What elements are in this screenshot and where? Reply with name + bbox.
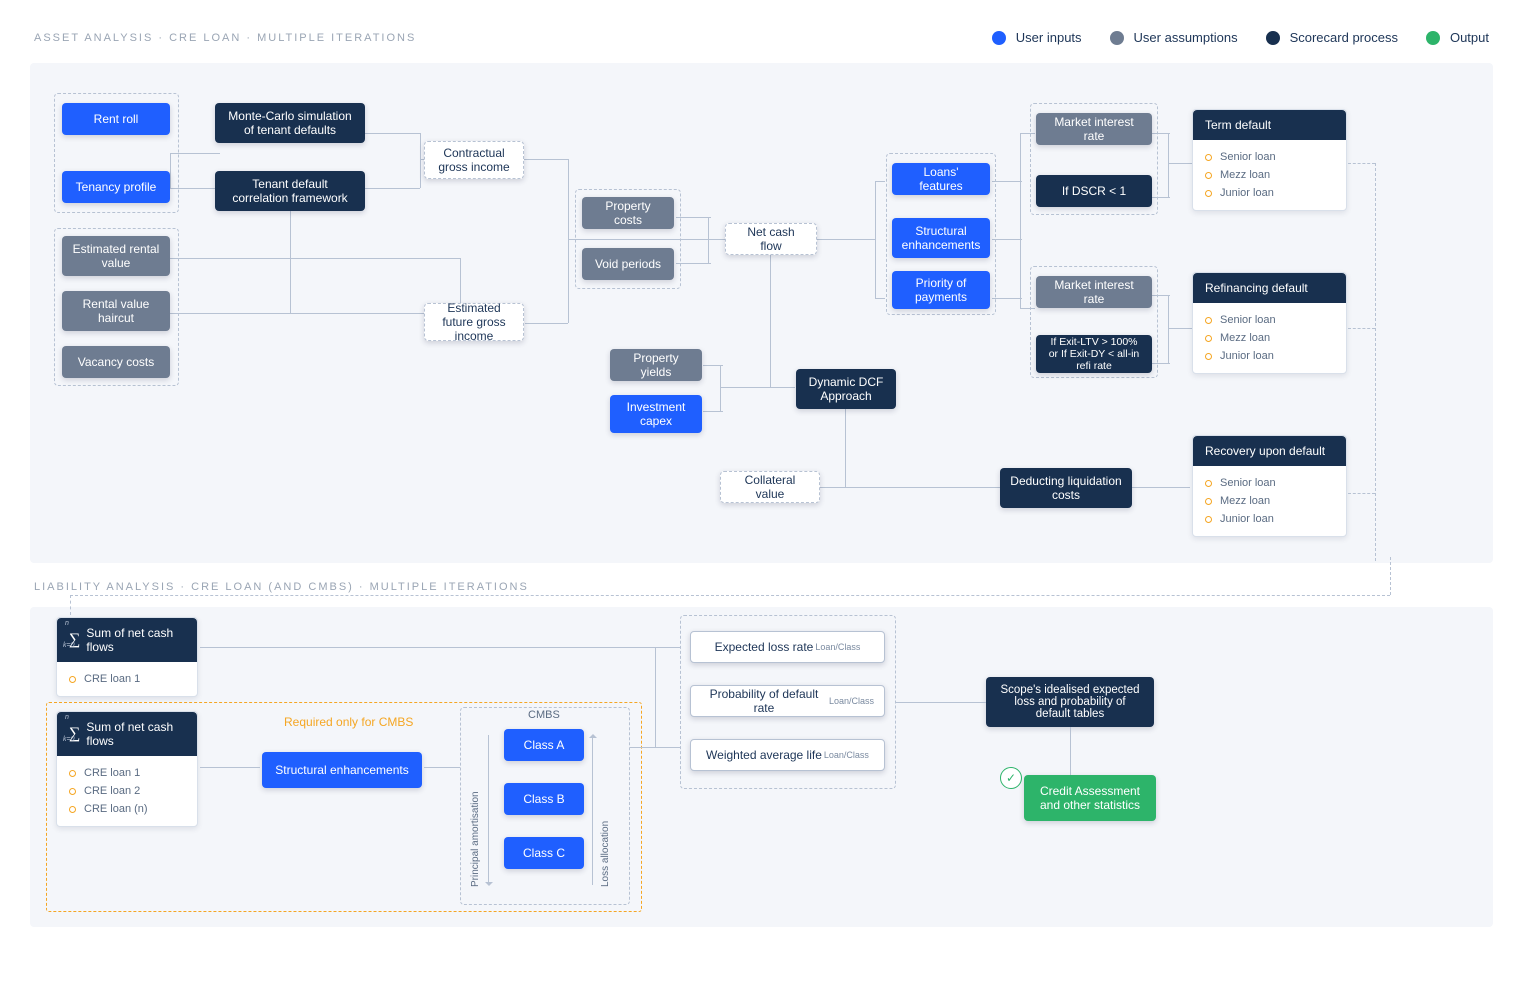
bullet-icon xyxy=(1205,516,1212,523)
cmbs-note: Required only for CMBS xyxy=(284,715,413,729)
bullet-icon xyxy=(1205,172,1212,179)
node-credit-assessment: Credit Assessment and other statistics xyxy=(1024,775,1156,821)
sum-label-2: Sum of net cash flows xyxy=(86,720,185,748)
card-term-default: Term default Senior loan Mezz loan Junio… xyxy=(1192,109,1347,211)
legend: User inputs User assumptions Scorecard p… xyxy=(992,30,1489,45)
bullet-icon xyxy=(1205,317,1212,324)
node-scope-tables: Scope's idealised expected loss and prob… xyxy=(986,677,1154,727)
node-net-cash-flow: Net cash flow xyxy=(725,223,817,255)
bullet-icon xyxy=(1205,154,1212,161)
metric-wal: Weighted average lifeLoan/Class xyxy=(690,739,885,771)
card-recovery: Recovery upon default Senior loan Mezz l… xyxy=(1192,435,1347,537)
node-class-a: Class A xyxy=(504,729,584,761)
bullet-icon xyxy=(1205,498,1212,505)
node-void-periods: Void periods xyxy=(582,248,674,280)
liability-section-title: LIABILITY ANALYSIS · CRE LOAN (AND CMBS)… xyxy=(34,581,1493,593)
node-struct-enh-liab: Structural enhancements xyxy=(262,752,422,788)
legend-scorecard: Scorecard process xyxy=(1266,30,1398,45)
node-dcf: Dynamic DCF Approach xyxy=(796,369,896,409)
bullet-icon xyxy=(69,806,76,813)
node-vacancy: Vacancy costs xyxy=(62,346,170,378)
legend-output: Output xyxy=(1426,30,1489,45)
card-refi-default-head: Refinancing default xyxy=(1193,273,1346,303)
node-tenancy-profile: Tenancy profile xyxy=(62,171,170,203)
node-haircut: Rental value haircut xyxy=(62,291,170,331)
node-class-b: Class B xyxy=(504,783,584,815)
node-market-interest-1: Market interest rate xyxy=(1036,113,1152,145)
bullet-icon xyxy=(1205,335,1212,342)
card-sum-multi: ∑ Sum of net cash flows n k=0 CRE loan 1… xyxy=(56,711,198,827)
asset-panel: Rent roll Tenancy profile Monte-Carlo si… xyxy=(30,63,1493,563)
node-tenant-default: Tenant default correlation framework xyxy=(215,171,365,211)
bullet-icon xyxy=(1205,353,1212,360)
node-contractual-gross: Contractual gross income xyxy=(424,141,524,179)
cmbs-title: CMBS xyxy=(528,709,560,721)
bullet-icon xyxy=(69,676,76,683)
header: ASSET ANALYSIS · CRE LOAN · MULTIPLE ITE… xyxy=(30,30,1493,45)
card-refi-default: Refinancing default Senior loan Mezz loa… xyxy=(1192,272,1347,374)
node-class-c: Class C xyxy=(504,837,584,869)
card-recovery-head: Recovery upon default xyxy=(1193,436,1346,466)
sum-label: Sum of net cash flows xyxy=(86,626,185,654)
card-term-default-head: Term default xyxy=(1193,110,1346,140)
node-monte-carlo: Monte-Carlo simulation of tenant default… xyxy=(215,103,365,143)
node-structural-enh: Structural enhancements xyxy=(892,218,990,258)
bullet-icon xyxy=(1205,190,1212,197)
node-rent-roll: Rent roll xyxy=(62,103,170,135)
bullet-icon xyxy=(1205,480,1212,487)
node-investment-capex: Investment capex xyxy=(610,395,702,433)
node-property-yields: Property yields xyxy=(610,349,702,381)
card-sum-single: ∑ Sum of net cash flows n k=0 CRE loan 1 xyxy=(56,617,198,697)
node-property-costs: Property costs xyxy=(582,197,674,229)
node-liq-costs: Deducting liquidation costs xyxy=(1000,468,1132,508)
bullet-icon xyxy=(69,788,76,795)
node-exit-ltv: If Exit-LTV > 100% or If Exit-DY < all-i… xyxy=(1036,335,1152,373)
node-collateral: Collateral value xyxy=(720,471,820,503)
node-dscr: If DSCR < 1 xyxy=(1036,175,1152,207)
loss-allocation-label: Loss allocation xyxy=(600,737,611,887)
asset-section-title: ASSET ANALYSIS · CRE LOAN · MULTIPLE ITE… xyxy=(34,32,416,44)
node-loans-features: Loans' features xyxy=(892,163,990,195)
node-priority-payments: Priority of payments xyxy=(892,271,990,309)
metric-pdr: Probability of default rateLoan/Class xyxy=(690,685,885,717)
legend-user-assumptions: User assumptions xyxy=(1110,30,1238,45)
metric-elr: Expected loss rateLoan/Class xyxy=(690,631,885,663)
liability-panel: ∑ Sum of net cash flows n k=0 CRE loan 1… xyxy=(30,607,1493,927)
node-erv: Estimated rental value xyxy=(62,236,170,276)
legend-user-inputs: User inputs xyxy=(992,30,1082,45)
node-market-interest-2: Market interest rate xyxy=(1036,276,1152,308)
check-icon: ✓ xyxy=(1000,767,1022,789)
principal-amortisation-label: Principal amortisation xyxy=(470,737,481,887)
bullet-icon xyxy=(69,770,76,777)
node-future-gross: Estimated future gross income xyxy=(424,303,524,341)
